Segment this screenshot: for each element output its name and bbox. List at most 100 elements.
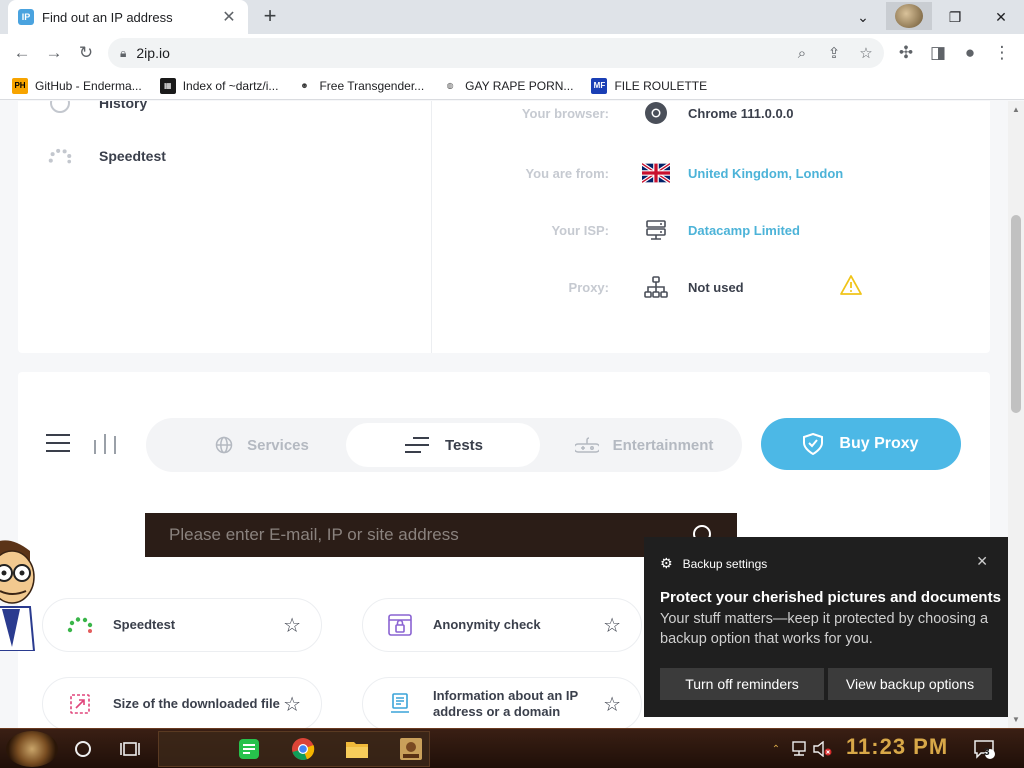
browser-label: Your browser: (521, 105, 609, 121)
notification-count: 3 (984, 747, 990, 758)
bookmark-label: GitHub - Enderma... (35, 78, 142, 93)
file-explorer-icon[interactable] (343, 735, 371, 763)
notification-body: Your stuff matters—keep it protected by … (660, 611, 989, 647)
test-card-label: Anonymity check (433, 617, 541, 632)
test-card-ip-info[interactable]: Information about an IP address or a dom… (362, 677, 642, 728)
menu-icon[interactable]: ⋮ (990, 41, 1014, 65)
tab-services-label: Services (247, 436, 309, 454)
chrome-icon (642, 101, 670, 127)
isp-value[interactable]: Datacamp Limited (688, 223, 800, 238)
turn-off-reminders-button[interactable]: Turn off reminders (660, 668, 824, 700)
sidebar-item-history[interactable]: History (48, 101, 147, 115)
bookmark-label: FILE ROULETTE (614, 78, 708, 93)
info-row-proxy: Proxy: Not used (450, 272, 970, 302)
favorite-star-icon[interactable]: ☆ (283, 692, 301, 717)
sidebar-item-speedtest[interactable]: Speedtest (48, 144, 166, 168)
bookmark-label: GAY RAPE PORN... (465, 78, 574, 93)
extensions-icon[interactable]: ✣ (894, 41, 918, 65)
tab-tests[interactable]: Tests (346, 423, 540, 467)
task-view-icon[interactable] (116, 735, 144, 763)
tab-title: Find out an IP address (42, 9, 173, 25)
scroll-up-arrow[interactable]: ▲ (1008, 105, 1024, 114)
test-card-anonymity[interactable]: Anonymity check ☆ (362, 598, 642, 652)
bookmark-item[interactable]: ◍ GAY RAPE PORN... (442, 77, 574, 94)
globe-icon: ◍ (442, 77, 459, 94)
side-panel-icon[interactable]: ◨ (926, 41, 950, 65)
reload-button[interactable]: ↻ (74, 41, 98, 65)
speaker-muted-icon[interactable] (808, 735, 836, 763)
back-button[interactable]: ← (10, 41, 34, 65)
forward-button[interactable]: → (42, 41, 66, 65)
new-tab-button[interactable]: + (258, 4, 282, 28)
location-label: You are from: (525, 165, 609, 181)
close-tab-icon[interactable]: ✕ (220, 7, 238, 27)
tab-strip: IP Find out an IP address ✕ + ⌄ ❐ ✕ (0, 0, 1024, 34)
uk-flag-icon (642, 159, 670, 187)
buy-proxy-button[interactable]: Buy Proxy (761, 418, 961, 470)
bookmark-item[interactable]: MF FILE ROULETTE (591, 77, 708, 94)
tab-services[interactable]: Services (172, 418, 352, 472)
backup-notification: ⚙ Backup settings ✕ Protect your cherish… (644, 537, 1008, 717)
notes-app-icon[interactable] (235, 735, 263, 763)
test-card-file-size[interactable]: Size of the downloaded file ☆ (42, 677, 322, 728)
address-bar[interactable]: 🔒︎ 2ip.io ⌕ ⇪ ☆ (108, 38, 884, 68)
location-value[interactable]: United Kingdom, London (688, 166, 843, 181)
scroll-down-arrow[interactable]: ▼ (1008, 715, 1024, 724)
bookmark-item[interactable]: ▦ Index of ~dartz/i... (159, 77, 279, 94)
desktop-cartoon-character[interactable] (0, 537, 36, 652)
tab-entertainment[interactable]: Entertainment (558, 418, 730, 472)
profile-icon[interactable]: ● (958, 41, 982, 65)
search-icon[interactable]: ⌕ (790, 41, 814, 65)
action-center-icon[interactable]: 3 (970, 735, 998, 763)
bookmarks-bar: PH GitHub - Enderma... ▦ Index of ~dartz/i.… (0, 72, 1024, 100)
sliders-icon (403, 436, 431, 454)
bookmark-star-icon[interactable]: ☆ (854, 41, 878, 65)
test-card-label: Information about an IP address or a dom… (433, 688, 578, 719)
bookmark-label: Index of ~dartz/i... (182, 78, 279, 93)
tab-entertainment-label: Entertainment (612, 436, 714, 454)
notification-header: ⚙ Backup settings (660, 555, 767, 572)
site-favicon: IP (18, 9, 34, 25)
hamburger-menu-icon[interactable] (46, 434, 70, 454)
bookmark-label: Free Transgender... (319, 78, 425, 93)
running-apps (158, 731, 430, 767)
warning-icon (839, 274, 862, 300)
close-window-button[interactable]: ✕ (978, 0, 1024, 34)
browser-tab[interactable]: IP Find out an IP address ✕ (8, 0, 248, 34)
globe-icon (215, 436, 233, 454)
close-notification-icon[interactable]: ✕ (976, 553, 988, 570)
tab-search-icon[interactable]: ⌄ (840, 0, 886, 34)
start-button[interactable] (6, 731, 58, 767)
gamepad-icon (574, 436, 599, 454)
restore-window-button[interactable]: ❐ (932, 0, 978, 34)
proxy-value: Not used (688, 279, 744, 295)
speedometer-icon (67, 612, 93, 638)
profile-avatar[interactable] (886, 2, 932, 30)
cortana-icon[interactable] (69, 735, 97, 763)
search-input[interactable] (169, 525, 669, 545)
taskbar-clock[interactable]: 11:23 PM (846, 734, 948, 760)
bars-icon[interactable] (94, 434, 116, 454)
favorite-star-icon[interactable]: ☆ (283, 613, 301, 638)
favorite-star-icon[interactable]: ☆ (603, 613, 621, 638)
share-icon[interactable]: ⇪ (822, 41, 846, 65)
page-scrollbar[interactable]: ▲ ▼ (1008, 101, 1024, 728)
lock-browser-icon (387, 612, 413, 638)
scrollbar-thumb[interactable] (1011, 215, 1021, 413)
shield-icon (803, 433, 824, 455)
buy-proxy-label: Buy Proxy (839, 435, 919, 452)
notification-heading: Protect your cherished pictures and docu… (660, 589, 1001, 606)
grid-icon: ▦ (159, 77, 176, 94)
bookmark-item[interactable]: PH GitHub - Enderma... (12, 77, 142, 94)
divider (431, 101, 432, 353)
view-backup-options-button[interactable]: View backup options (828, 668, 992, 700)
category-nav: Services Tests Entertainment (146, 418, 742, 472)
gear-icon: ⚙ (660, 555, 673, 571)
info-row-browser: Your browser: Chrome 111.0.0.0 (450, 101, 970, 128)
bookmark-item[interactable]: ☻ Free Transgender... (296, 77, 425, 94)
favorite-star-icon[interactable]: ☆ (603, 692, 621, 717)
game-app-icon[interactable] (397, 735, 425, 763)
test-card-label: Size of the downloaded file (113, 696, 280, 711)
test-card-speedtest[interactable]: Speedtest ☆ (42, 598, 322, 652)
chrome-icon[interactable] (289, 735, 317, 763)
